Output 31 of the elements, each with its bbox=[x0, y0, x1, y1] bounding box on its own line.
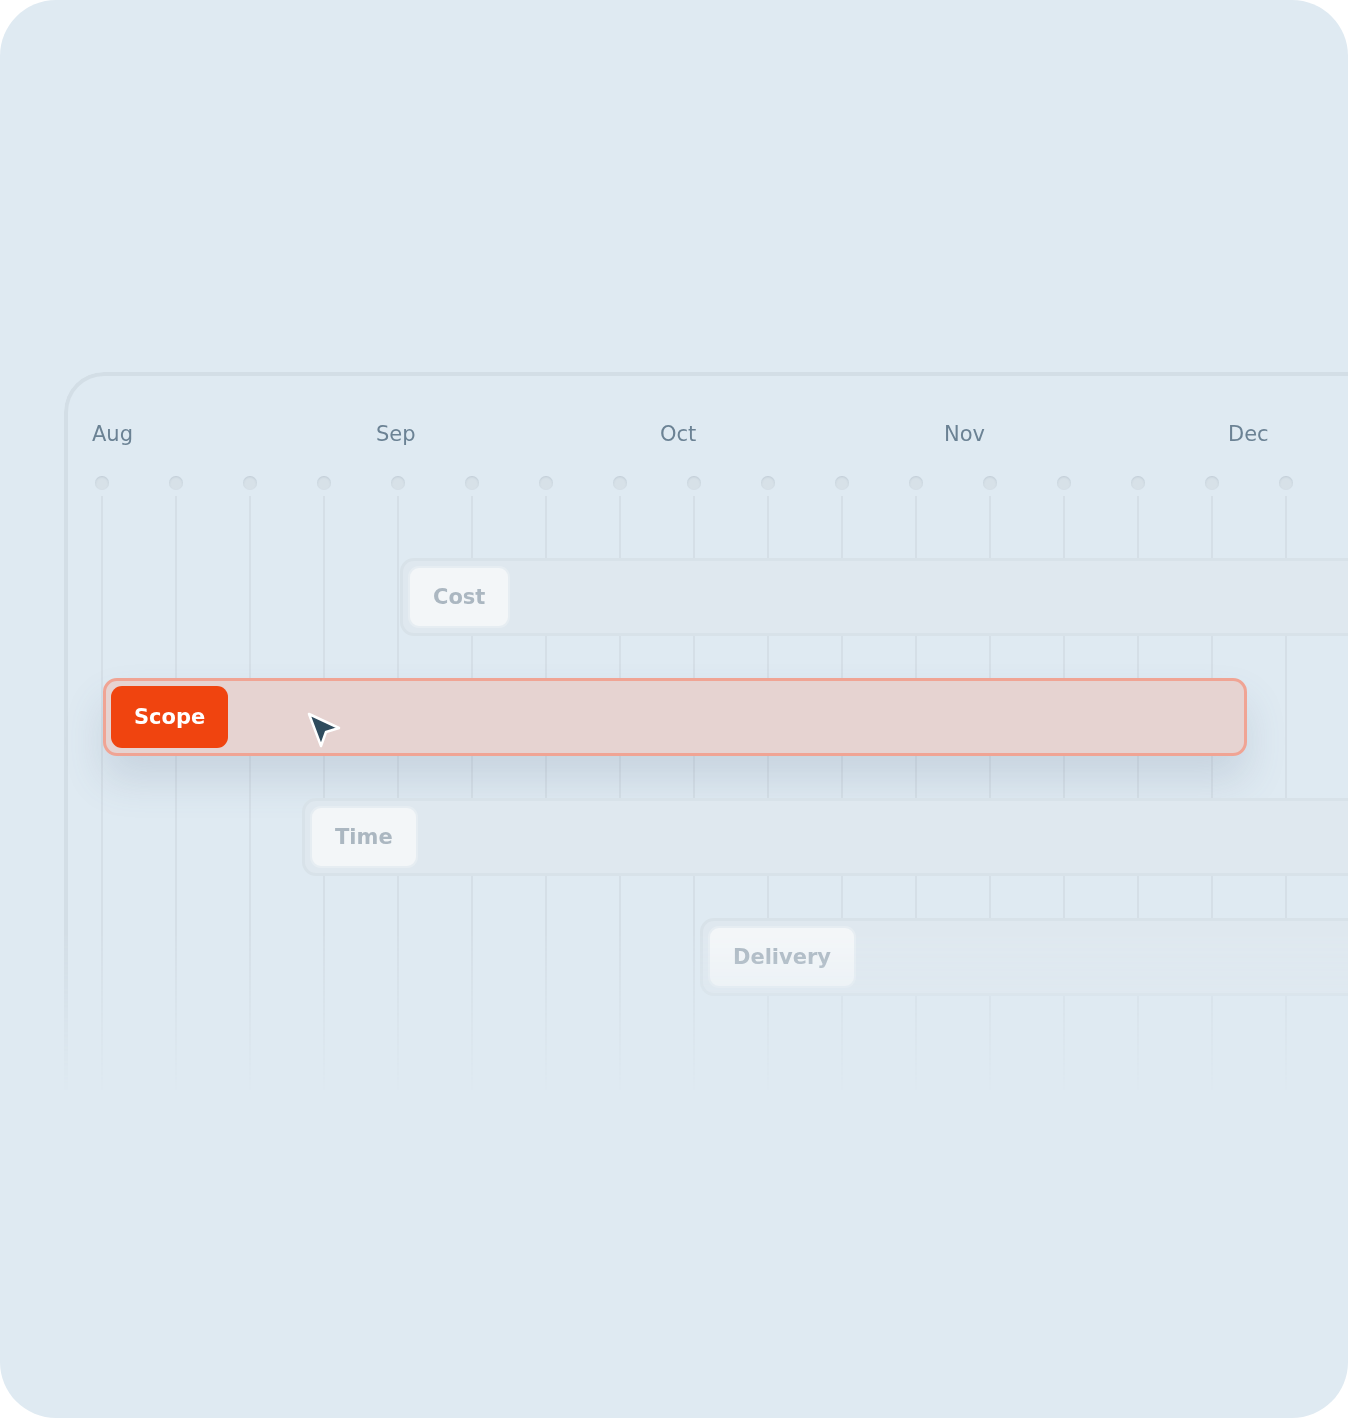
tick-dot bbox=[1057, 476, 1071, 490]
tick-dot bbox=[1279, 476, 1293, 490]
timeline-bar[interactable]: Time bbox=[302, 798, 1348, 876]
bar-label[interactable]: Delivery bbox=[708, 926, 857, 988]
tick-dot bbox=[243, 476, 257, 490]
timeline-bar[interactable]: Scope bbox=[103, 678, 1247, 756]
tick-dot bbox=[761, 476, 775, 490]
timeline-bar[interactable]: Delivery bbox=[700, 918, 1348, 996]
tick-dot bbox=[169, 476, 183, 490]
tick-dot bbox=[909, 476, 923, 490]
cursor-icon bbox=[306, 711, 342, 749]
tick-dot bbox=[391, 476, 405, 490]
month-label: Sep bbox=[376, 421, 417, 448]
tick-dot bbox=[1205, 476, 1219, 490]
bar-label[interactable]: Time bbox=[310, 806, 418, 868]
tick-dot bbox=[687, 476, 701, 490]
tick-dot bbox=[1131, 476, 1145, 490]
tick-dot bbox=[317, 476, 331, 490]
bar-label[interactable]: Cost bbox=[408, 566, 511, 628]
tick-dot bbox=[539, 476, 553, 490]
month-label: Oct bbox=[660, 421, 698, 448]
month-label: Dec bbox=[1228, 421, 1270, 448]
month-label: Aug bbox=[92, 421, 134, 448]
timeline-bar[interactable]: Cost bbox=[400, 558, 1348, 636]
tick-dot bbox=[95, 476, 109, 490]
month-label: Nov bbox=[944, 421, 986, 448]
tick-dot bbox=[613, 476, 627, 490]
bar-label[interactable]: Scope bbox=[111, 686, 229, 748]
tick-dot bbox=[983, 476, 997, 490]
tick-dot bbox=[465, 476, 479, 490]
tick-dot bbox=[835, 476, 849, 490]
